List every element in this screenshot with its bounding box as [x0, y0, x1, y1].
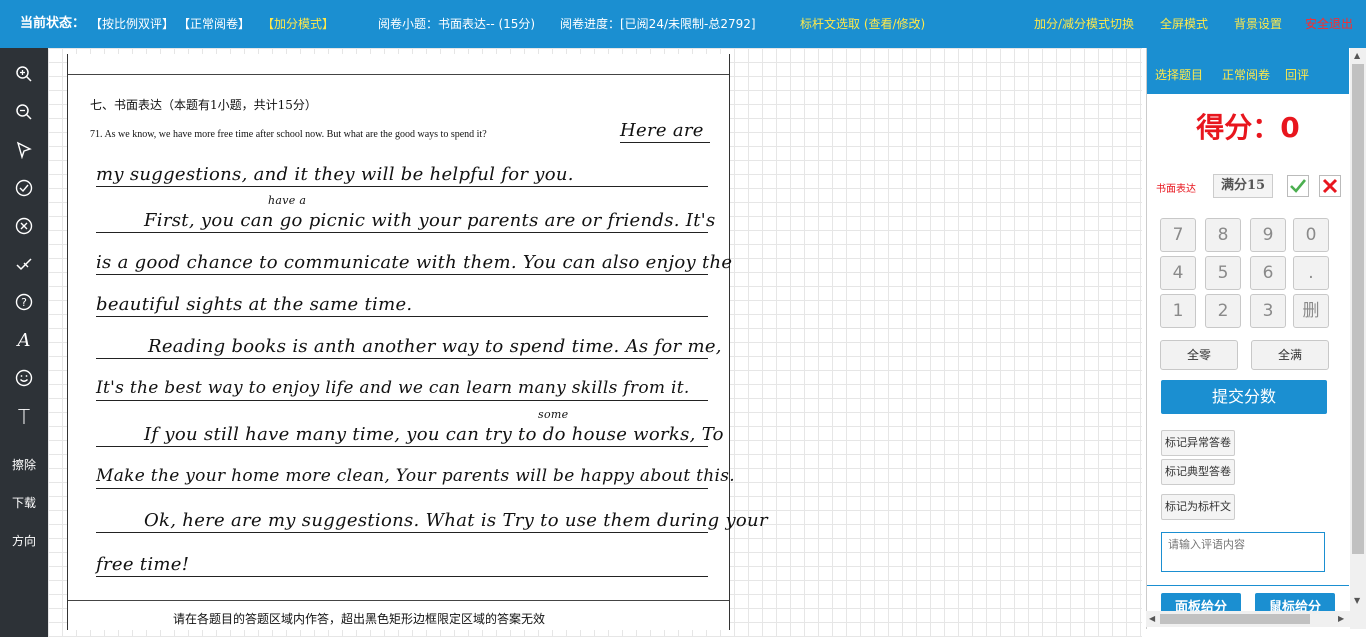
logout-link[interactable]: 安全退出	[1305, 17, 1353, 31]
answer-area-notice: 请在各题目的答题区域内作答，超出黑色矩形边框限定区域的答案无效	[173, 612, 546, 626]
status-label: 当前状态：	[20, 16, 86, 31]
panel-divider	[1147, 585, 1349, 586]
section-title: 七、书面表达（本题有1小题，共计15分）	[90, 98, 317, 112]
scoring-panel: 选择题目 正常阅卷 回评 得分：0 书面表达 满分15 7 8 9 0 4 5 …	[1146, 48, 1349, 629]
prompt-answer: Here are	[620, 120, 704, 141]
comment-input[interactable]	[1161, 532, 1325, 572]
benchmark-link[interactable]: 标杆文选取 (查看/修改)	[800, 17, 925, 31]
handwriting-line-3: is a good chance to communicate with the…	[96, 252, 733, 273]
toggle-mode-link[interactable]: 加分/减分模式切换	[1034, 17, 1134, 31]
keypad-9[interactable]: 9	[1250, 218, 1286, 252]
handwriting-line-4: beautiful sights at the same time.	[96, 294, 413, 315]
mark-typical-button[interactable]: 标记典型答卷	[1161, 459, 1235, 485]
background-settings-link[interactable]: 背景设置	[1234, 17, 1282, 31]
item-label: 书面表达	[1156, 184, 1196, 195]
keypad-3[interactable]: 3	[1250, 294, 1286, 328]
keypad-6[interactable]: 6	[1250, 256, 1286, 290]
fullscreen-link[interactable]: 全屏模式	[1160, 17, 1208, 31]
keypad-2[interactable]: 2	[1205, 294, 1241, 328]
keypad-5[interactable]: 5	[1205, 256, 1241, 290]
question-info: 阅卷小题：书面表达-- (15分)	[378, 17, 536, 31]
scroll-left-icon[interactable]: ◀	[1149, 614, 1155, 623]
scroll-right-icon[interactable]: ▶	[1338, 614, 1344, 623]
full-marks-check-icon[interactable]	[1287, 175, 1309, 197]
full-score-field[interactable]: 满分15	[1213, 174, 1273, 198]
writing-line	[96, 316, 708, 317]
all-full-button[interactable]: 全满	[1251, 340, 1329, 370]
annotation-have-a: have a	[268, 194, 307, 207]
handwriting-line-1: my suggestions, and it they will be help…	[96, 164, 574, 185]
check-circle-icon[interactable]	[0, 174, 48, 204]
submit-score-button[interactable]: 提交分数	[1161, 380, 1327, 414]
mark-benchmark-button[interactable]: 标记为标杆文	[1161, 494, 1235, 520]
handwriting-line-6: It's the best way to enjoy life and we c…	[96, 378, 690, 398]
panel-horizontal-scrollbar[interactable]: ◀ ▶	[1146, 611, 1350, 627]
panel-vertical-scrollbar[interactable]: ▲ ▼	[1350, 48, 1366, 629]
handwriting-line-8: Make the your home more clean, Your pare…	[96, 466, 736, 486]
writing-line	[96, 274, 708, 275]
sheet-border-bottom	[68, 600, 729, 601]
handwriting-line-5: Reading books is anth another way to spe…	[148, 336, 722, 357]
keypad-0[interactable]: 0	[1293, 218, 1329, 252]
panel-tabs: 选择题目 正常阅卷 回评	[1147, 48, 1349, 94]
handwriting-line-10: free time!	[96, 554, 190, 575]
all-zero-button[interactable]: 全零	[1160, 340, 1238, 370]
keypad-8[interactable]: 8	[1205, 218, 1241, 252]
keypad-dot[interactable]: .	[1293, 256, 1329, 290]
scroll-down-icon[interactable]: ▼	[1354, 596, 1360, 605]
script-a-icon[interactable]: A	[0, 326, 48, 356]
keypad-4[interactable]: 4	[1160, 256, 1196, 290]
download-button[interactable]: 下载	[0, 488, 48, 518]
svg-text:?: ?	[21, 296, 27, 309]
writing-line	[96, 186, 708, 187]
mode-normal-badge: 【正常阅卷】	[178, 17, 251, 31]
tab-select-question[interactable]: 选择题目	[1155, 66, 1203, 83]
x-circle-icon[interactable]	[0, 212, 48, 242]
writing-line	[96, 532, 708, 533]
scrollbar-thumb[interactable]	[1352, 64, 1364, 554]
handwriting-line-7: If you still have many time, you can try…	[144, 424, 724, 445]
handwriting-line-2: First, you can go picnic with your paren…	[144, 210, 716, 231]
mark-abnormal-button[interactable]: 标记异常答卷	[1161, 430, 1235, 456]
annotation-some: some	[538, 408, 569, 421]
left-toolbar: ? A T 擦除 下载 方向	[0, 48, 48, 637]
scroll-up-icon[interactable]: ▲	[1354, 51, 1360, 60]
writing-line	[96, 232, 708, 233]
keypad-7[interactable]: 7	[1160, 218, 1196, 252]
writing-line	[96, 400, 708, 401]
score-display: 得分：0	[1196, 111, 1300, 144]
writing-line	[96, 488, 708, 489]
keypad-delete[interactable]: 删	[1293, 294, 1329, 328]
grading-workspace: 七、书面表达（本题有1小题，共计15分） 71. As we know, we …	[48, 48, 1142, 637]
half-check-icon[interactable]	[0, 250, 48, 280]
mode-ratio-badge: 【按比例双评】	[90, 17, 175, 31]
erase-button[interactable]: 擦除	[0, 450, 48, 480]
handwriting-line-9: Ok, here are my suggestions. What is Try…	[144, 510, 768, 531]
tab-review[interactable]: 回评	[1285, 66, 1309, 83]
zero-marks-x-icon[interactable]	[1319, 175, 1341, 197]
question-circle-icon[interactable]: ?	[0, 288, 48, 318]
smiley-icon[interactable]	[0, 364, 48, 394]
question-prompt: 71. As we know, we have more free time a…	[90, 129, 487, 140]
tab-normal-grading[interactable]: 正常阅卷	[1222, 66, 1270, 83]
writing-line	[620, 142, 710, 143]
pointer-icon[interactable]	[0, 136, 48, 166]
sheet-border-top	[68, 74, 729, 75]
direction-button[interactable]: 方向	[0, 526, 48, 556]
writing-line	[96, 446, 708, 447]
zoom-in-icon[interactable]	[0, 60, 48, 90]
writing-line	[96, 576, 708, 577]
text-tool-icon[interactable]: T	[0, 402, 48, 432]
answer-sheet-image: 七、书面表达（本题有1小题，共计15分） 71. As we know, we …	[67, 54, 768, 630]
zoom-out-icon[interactable]	[0, 98, 48, 128]
mode-add-badge: 【加分模式】	[262, 17, 335, 31]
scrollbar-thumb[interactable]	[1160, 614, 1310, 624]
keypad-1[interactable]: 1	[1160, 294, 1196, 328]
writing-line	[96, 358, 708, 359]
top-bar: 当前状态： 【按比例双评】 【正常阅卷】 【加分模式】 阅卷小题：书面表达-- …	[0, 0, 1366, 48]
progress-info: 阅卷进度：[已阅24/未限制-总2792]	[560, 17, 756, 31]
